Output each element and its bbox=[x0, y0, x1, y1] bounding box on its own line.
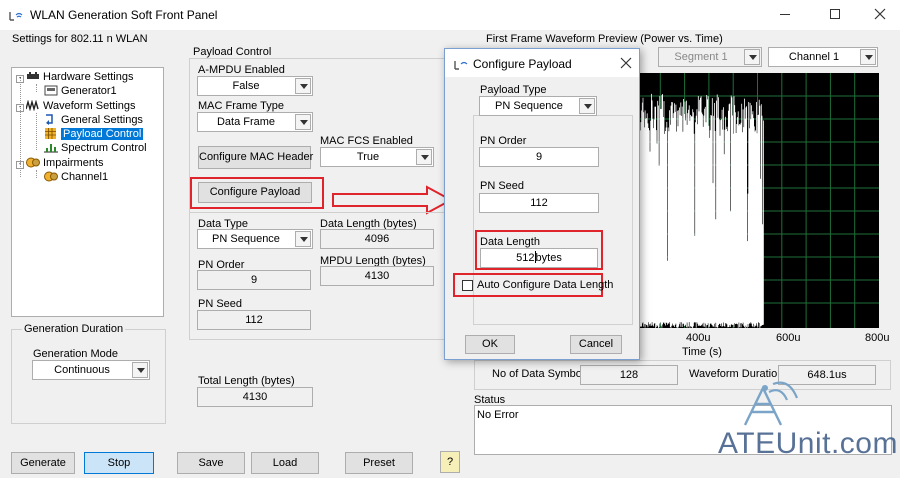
close-icon[interactable] bbox=[872, 6, 888, 22]
mac-fcs-label: MAC FCS Enabled bbox=[320, 135, 413, 147]
tree-item-generator1[interactable]: Generator1 bbox=[44, 84, 117, 98]
segment-select[interactable]: Segment 1 bbox=[658, 47, 762, 67]
load-button[interactable]: Load bbox=[251, 452, 319, 474]
app-icon bbox=[8, 6, 24, 22]
chevron-down-icon bbox=[295, 78, 311, 94]
impairments-icon bbox=[26, 157, 40, 168]
chevron-down-icon bbox=[295, 114, 311, 130]
pn-order-field[interactable]: 9 bbox=[197, 270, 311, 290]
pn-seed-label: PN Seed bbox=[198, 298, 243, 310]
auto-configure-label: Auto Configure Data Length bbox=[477, 279, 614, 291]
pn-seed-field[interactable]: 112 bbox=[197, 310, 311, 330]
mpdu-length-field: 4130 bbox=[320, 266, 434, 286]
generation-mode-select[interactable]: Continuous bbox=[32, 360, 150, 380]
preset-button[interactable]: Preset bbox=[345, 452, 413, 474]
mac-fcs-select[interactable]: True bbox=[320, 147, 434, 167]
hardware-icon bbox=[26, 71, 40, 82]
num-data-symbols-label: No of Data Symbols bbox=[492, 368, 590, 380]
generation-mode-label: Generation Mode bbox=[33, 348, 118, 360]
dialog-ok-button[interactable]: OK bbox=[465, 335, 515, 354]
total-length-field: 4130 bbox=[197, 387, 313, 407]
dialog-pn-seed-label: PN Seed bbox=[480, 180, 525, 192]
stop-button[interactable]: Stop bbox=[84, 452, 154, 474]
settings-arrow-icon bbox=[44, 114, 58, 125]
data-length-field: 4096 bbox=[320, 229, 434, 249]
title-bar: WLAN Generation Soft Front Panel bbox=[0, 0, 900, 30]
payload-type-select[interactable]: PN Sequence bbox=[479, 96, 597, 116]
tree-item-channel1[interactable]: Channel1 bbox=[44, 170, 108, 184]
x-tick-400u: 400u bbox=[686, 332, 711, 344]
watermark-logo-icon bbox=[743, 381, 799, 426]
dialog-close-icon[interactable] bbox=[619, 56, 633, 70]
mac-frame-type-label: MAC Frame Type bbox=[198, 100, 284, 112]
chevron-down-icon bbox=[132, 362, 148, 378]
grid-icon bbox=[44, 128, 58, 139]
chevron-down-icon bbox=[295, 231, 311, 247]
ampdu-label: A-MPDU Enabled bbox=[198, 64, 285, 76]
tree-item-waveform-settings[interactable]: - Waveform Settings bbox=[16, 99, 136, 113]
dialog-pn-seed-input[interactable]: 112 bbox=[479, 193, 599, 213]
waveform-icon bbox=[25, 99, 40, 112]
waveform-plot bbox=[636, 73, 879, 328]
mac-frame-type-select[interactable]: Data Frame bbox=[197, 112, 313, 132]
x-tick-800u: 800u bbox=[865, 332, 890, 344]
x-tick-600u: 600u bbox=[776, 332, 801, 344]
dialog-pn-order-label: PN Order bbox=[480, 135, 527, 147]
configure-payload-dialog: Configure Payload Payload Type PN Sequen… bbox=[444, 48, 640, 360]
waveform-trace bbox=[636, 93, 764, 328]
dialog-pn-order-input[interactable]: 9 bbox=[479, 147, 599, 167]
auto-configure-checkbox[interactable] bbox=[462, 280, 473, 291]
preview-title: First Frame Waveform Preview (Power vs. … bbox=[486, 33, 723, 45]
window-title: WLAN Generation Soft Front Panel bbox=[30, 8, 218, 22]
dialog-data-length-input[interactable]: 512bytes bbox=[480, 248, 598, 268]
ampdu-select[interactable]: False bbox=[197, 76, 313, 96]
maximize-icon[interactable] bbox=[830, 9, 840, 19]
watermark-text: ATEUnit.com bbox=[718, 427, 898, 460]
data-type-select[interactable]: PN Sequence bbox=[197, 229, 313, 249]
tree-item-spectrum-control[interactable]: Spectrum Control bbox=[44, 141, 147, 155]
tree-item-hardware-settings[interactable]: - Hardware Settings bbox=[16, 70, 134, 84]
dialog-app-icon bbox=[453, 55, 469, 71]
num-data-symbols-field: 128 bbox=[580, 365, 678, 385]
dialog-cancel-button[interactable]: Cancel bbox=[570, 335, 622, 354]
save-button[interactable]: Save bbox=[177, 452, 245, 474]
chevron-down-icon bbox=[860, 49, 876, 65]
settings-tree: - Hardware Settings Generator1 - Waveform … bbox=[11, 67, 164, 317]
configure-mac-header-button[interactable]: Configure MAC Header bbox=[198, 146, 313, 169]
x-axis-label: Time (s) bbox=[682, 346, 722, 358]
tree-item-payload-control[interactable]: Payload Control bbox=[44, 127, 144, 141]
payload-control-title: Payload Control bbox=[193, 46, 272, 58]
total-length-label: Total Length (bytes) bbox=[198, 375, 295, 387]
dialog-data-length-label: Data Length bbox=[480, 236, 540, 248]
minimize-icon[interactable] bbox=[780, 14, 790, 15]
dialog-title-bar: Configure Payload bbox=[445, 49, 639, 77]
tree-item-general-settings[interactable]: General Settings bbox=[44, 113, 143, 127]
chevron-down-icon bbox=[579, 98, 595, 114]
status-text: No Error bbox=[477, 409, 519, 421]
chevron-down-icon bbox=[416, 149, 432, 165]
chevron-down-icon bbox=[744, 49, 760, 65]
generation-duration-title: Generation Duration bbox=[22, 323, 126, 335]
red-arrow-icon bbox=[332, 185, 454, 215]
settings-group-title: Settings for 802.11 n WLAN bbox=[12, 33, 148, 45]
configure-payload-button[interactable]: Configure Payload bbox=[198, 182, 312, 203]
dialog-title: Configure Payload bbox=[473, 57, 572, 71]
channel-select[interactable]: Channel 1 bbox=[768, 47, 878, 67]
generator-icon bbox=[44, 85, 58, 96]
tree-item-impairments[interactable]: - Impairments bbox=[16, 156, 104, 170]
help-button[interactable]: ? bbox=[440, 451, 460, 473]
generate-button[interactable]: Generate bbox=[11, 452, 75, 474]
channel-icon bbox=[44, 171, 58, 182]
spectrum-icon bbox=[44, 142, 58, 153]
payload-type-label: Payload Type bbox=[480, 84, 547, 96]
